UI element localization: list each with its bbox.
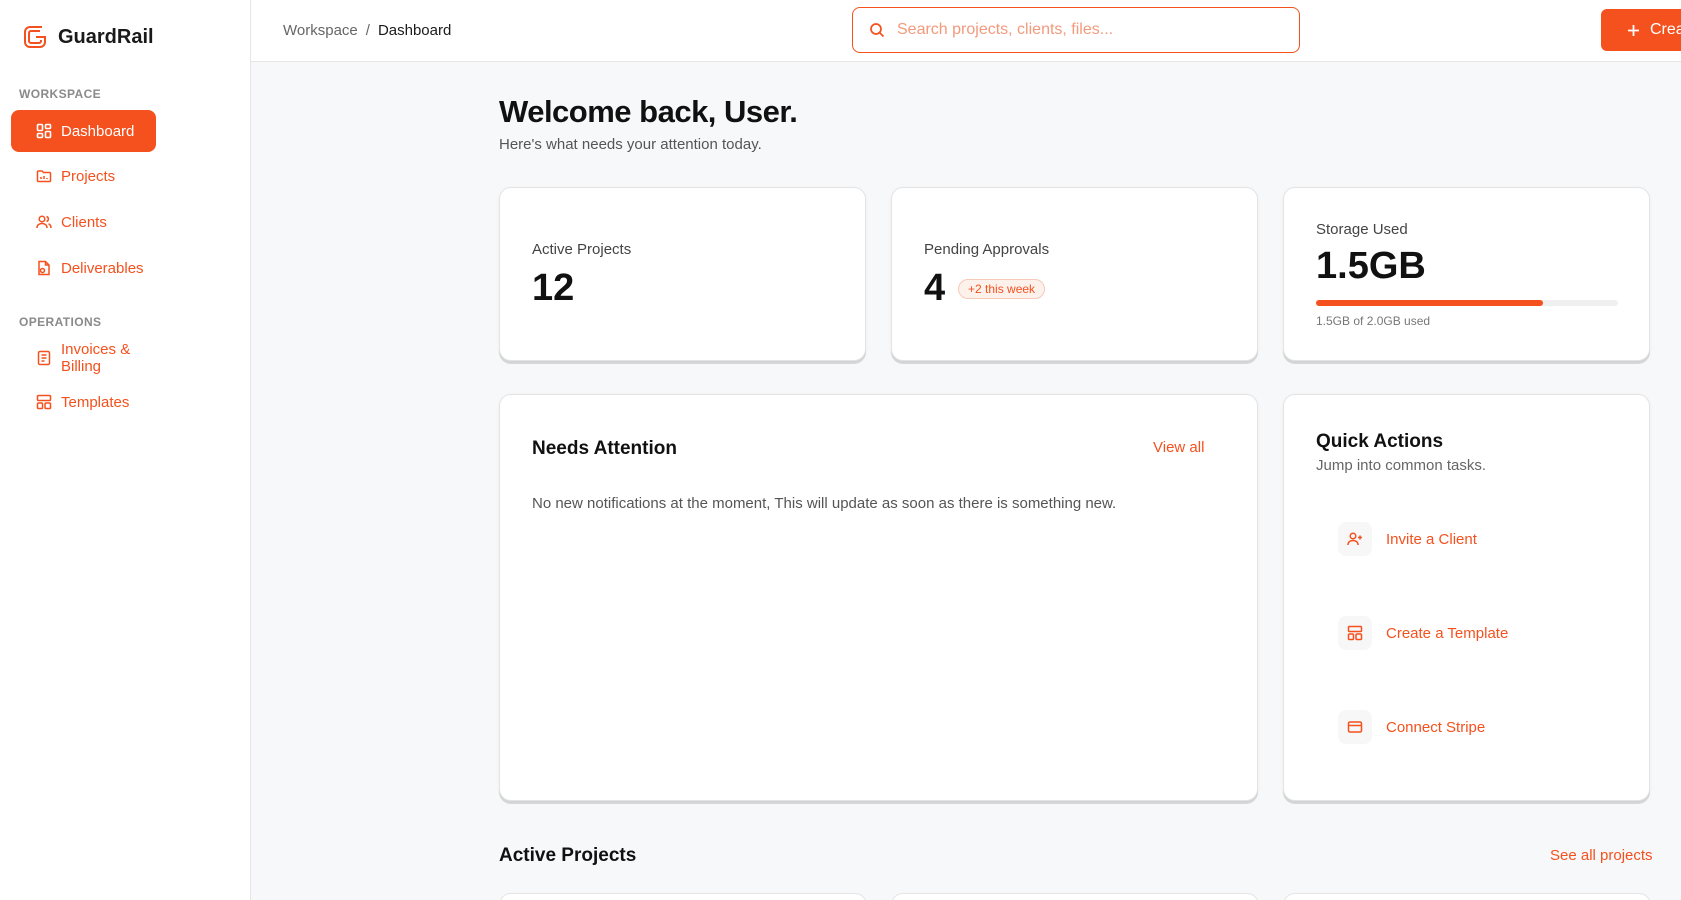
stat-label: Active Projects bbox=[532, 241, 632, 258]
template-icon bbox=[1347, 625, 1363, 641]
dashboard-grid-icon bbox=[36, 123, 52, 139]
file-icon bbox=[38, 260, 50, 276]
topbar: Workspace / Dashboard Create bbox=[251, 0, 1681, 62]
nav-section-workspace: WORKSPACE bbox=[19, 87, 102, 101]
stat-value: 12 bbox=[532, 267, 575, 309]
nav-section-operations: OPERATIONS bbox=[19, 315, 102, 329]
create-template-action[interactable]: Create a Template bbox=[1338, 616, 1508, 650]
invoice-icon bbox=[37, 350, 51, 366]
sidebar-item-label: Deliverables bbox=[61, 259, 144, 277]
create-button-label: Create bbox=[1650, 21, 1681, 38]
sidebar-item-dashboard[interactable]: Dashboard bbox=[11, 110, 156, 152]
breadcrumb-separator: / bbox=[365, 22, 370, 39]
sidebar-item-clients[interactable]: Clients bbox=[11, 201, 156, 243]
create-button[interactable]: Create bbox=[1601, 9, 1681, 51]
sidebar-item-invoices-billing[interactable]: Invoices & Billing bbox=[11, 337, 156, 379]
project-card[interactable] bbox=[499, 893, 867, 900]
quick-action-label: Create a Template bbox=[1386, 624, 1509, 642]
sidebar-item-label: Projects bbox=[61, 167, 116, 185]
sidebar: GuardRail WORKSPACE Dashboard Projects C… bbox=[0, 0, 251, 900]
breadcrumb: Workspace / Dashboard bbox=[283, 22, 451, 39]
search-icon bbox=[870, 23, 885, 38]
plus-icon bbox=[1628, 24, 1639, 36]
guardrail-logo-icon bbox=[24, 26, 46, 48]
active-projects-title: Active Projects bbox=[499, 845, 637, 866]
sidebar-item-projects[interactable]: Projects bbox=[11, 155, 156, 197]
brand[interactable]: GuardRail bbox=[20, 22, 154, 52]
sidebar-item-deliverables[interactable]: Deliverables bbox=[11, 247, 156, 289]
empty-notifications-text: No new notifications at the moment, This… bbox=[532, 495, 1117, 512]
storage-progress-bar bbox=[1316, 300, 1618, 306]
search-box[interactable] bbox=[852, 7, 1300, 53]
project-card[interactable] bbox=[1283, 893, 1651, 900]
stat-label: Pending Approvals bbox=[924, 241, 1050, 258]
quick-action-label: Invite a Client bbox=[1386, 530, 1477, 548]
breadcrumb-workspace[interactable]: Workspace bbox=[283, 22, 358, 39]
sidebar-item-label: Invoices & Billing bbox=[61, 341, 131, 375]
project-card[interactable] bbox=[891, 893, 1259, 900]
see-all-projects-link[interactable]: See all projects bbox=[1550, 847, 1653, 864]
sidebar-item-templates[interactable]: Templates bbox=[11, 381, 156, 423]
stat-card-pending-approvals: Pending Approvals 4 +2 this week bbox=[891, 187, 1258, 361]
quick-actions-panel: Quick Actions Jump into common tasks. In… bbox=[1283, 394, 1650, 801]
stat-value: 1.5GB bbox=[1316, 245, 1426, 287]
needs-attention-title: Needs Attention bbox=[532, 438, 677, 459]
sidebar-item-label: Dashboard bbox=[61, 122, 135, 140]
stat-card-storage-used: Storage Used 1.5GB 1.5GB of 2.0GB used bbox=[1283, 187, 1650, 361]
credit-card-icon bbox=[1347, 721, 1363, 733]
template-icon bbox=[36, 394, 52, 410]
stat-label: Storage Used bbox=[1316, 221, 1408, 238]
sidebar-item-label: Clients bbox=[61, 213, 107, 231]
status-badge: +2 this week bbox=[958, 279, 1046, 299]
sidebar-item-label: Templates bbox=[61, 393, 130, 411]
needs-attention-panel: Needs Attention View all No new notifica… bbox=[499, 394, 1258, 801]
invite-client-action[interactable]: Invite a Client bbox=[1338, 522, 1477, 556]
quick-action-label: Connect Stripe bbox=[1386, 718, 1486, 736]
page-title: Welcome back, User. bbox=[499, 94, 798, 129]
storage-progress-fill bbox=[1316, 300, 1543, 306]
stat-value: 4 bbox=[924, 267, 946, 309]
page-subtitle: Here's what needs your attention today. bbox=[499, 136, 762, 153]
storage-note: 1.5GB of 2.0GB used bbox=[1316, 314, 1431, 328]
quick-actions-title: Quick Actions bbox=[1316, 431, 1444, 452]
brand-name: GuardRail bbox=[58, 25, 154, 48]
stat-card-active-projects: Active Projects 12 bbox=[499, 187, 866, 361]
users-icon bbox=[36, 215, 52, 229]
connect-stripe-action[interactable]: Connect Stripe bbox=[1338, 710, 1485, 744]
folder-icon bbox=[36, 170, 52, 183]
view-all-link[interactable]: View all bbox=[1153, 439, 1204, 456]
user-plus-icon bbox=[1347, 532, 1362, 546]
search-input[interactable] bbox=[897, 21, 1277, 39]
breadcrumb-dashboard: Dashboard bbox=[377, 22, 452, 39]
quick-actions-subtitle: Jump into common tasks. bbox=[1316, 457, 1487, 474]
